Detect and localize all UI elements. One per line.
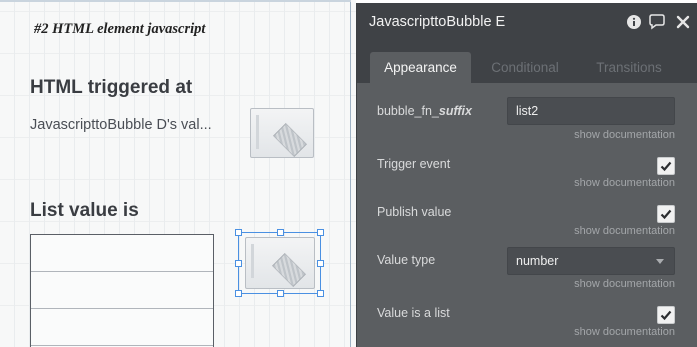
suffix-show-documentation[interactable]: show documentation [574, 129, 675, 141]
value-is-list-label: Value is a list [377, 306, 450, 320]
resize-handle-e[interactable] [317, 260, 324, 267]
resize-handle-se[interactable] [317, 290, 324, 297]
suffix-input[interactable]: list2 [507, 97, 675, 125]
value-type-label: Value type [377, 253, 436, 267]
trigger-event-show-documentation[interactable]: show documentation [574, 177, 675, 189]
html-icon-strip [256, 115, 259, 149]
info-icon[interactable] [625, 13, 643, 31]
suffix-label-suffix: suffix [438, 104, 472, 118]
value-is-list-checkbox[interactable] [657, 306, 675, 324]
element-name[interactable]: JavascripttoBubble E [369, 14, 505, 30]
tab-transitions[interactable]: Transitions [583, 52, 675, 83]
publish-value-checkbox[interactable] [657, 205, 675, 223]
element-heading-text[interactable]: #2 HTML element javascript [34, 21, 205, 38]
value-type-selected: number [516, 254, 559, 268]
dynamic-value-text[interactable]: JavascripttoBubble D's val... [30, 117, 212, 133]
html-icon-diamond [273, 123, 307, 157]
close-icon[interactable] [674, 13, 692, 31]
suffix-label: bubble_fn_suffix [377, 104, 472, 118]
value-type-select[interactable]: number [507, 247, 675, 275]
list-row-divider [31, 271, 213, 272]
list-value-heading[interactable]: List value is [30, 200, 139, 222]
html-element-icon[interactable] [250, 108, 314, 158]
trigger-event-checkbox[interactable] [657, 157, 675, 175]
resize-handle-s[interactable] [277, 290, 284, 297]
tab-appearance[interactable]: Appearance [370, 52, 471, 83]
resize-handle-w[interactable] [235, 260, 242, 267]
publish-value-label: Publish value [377, 205, 452, 219]
html-triggered-heading[interactable]: HTML triggered at [30, 77, 192, 99]
tabs-bar: Appearance Conditional Transitions [357, 43, 697, 83]
checkmark-icon [660, 310, 672, 321]
editor-canvas[interactable]: #2 HTML element javascript HTML triggere… [0, 0, 356, 347]
resize-handle-ne[interactable] [317, 229, 324, 236]
publish-value-show-documentation[interactable]: show documentation [574, 225, 675, 237]
list-row-divider [31, 345, 213, 346]
value-is-list-show-documentation[interactable]: show documentation [574, 326, 675, 338]
resize-handle-sw[interactable] [235, 290, 242, 297]
selection-box[interactable] [235, 229, 324, 297]
chevron-down-icon [656, 259, 664, 264]
resize-handle-n[interactable] [277, 229, 284, 236]
trigger-event-label: Trigger event [377, 157, 451, 171]
checkmark-icon [660, 161, 672, 172]
list-row-divider [31, 308, 213, 309]
property-editor-header[interactable]: JavascripttoBubble E [357, 3, 697, 43]
page-top-border [0, 0, 351, 2]
checkmark-icon [660, 209, 672, 220]
comment-icon[interactable] [648, 13, 666, 31]
suffix-label-prefix: bubble_fn_ [377, 104, 439, 118]
resize-handle-nw[interactable] [235, 229, 242, 236]
repeating-group[interactable] [30, 234, 214, 347]
value-type-show-documentation[interactable]: show documentation [574, 278, 675, 290]
tab-conditional[interactable]: Conditional [477, 52, 573, 83]
property-editor: JavascripttoBubble E Appearance Conditio… [356, 3, 697, 347]
